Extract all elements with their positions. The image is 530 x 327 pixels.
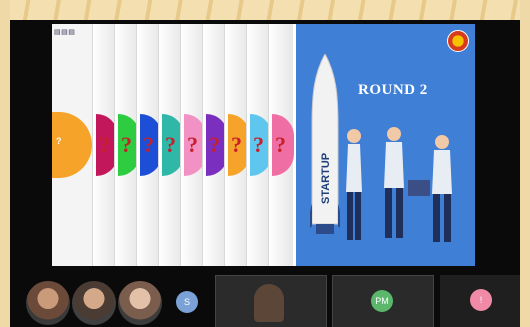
book-spine: ?: [268, 24, 294, 266]
first-book: ▤▤▤ ?: [52, 24, 92, 266]
question-mark-icon: ?: [143, 132, 154, 157]
participant-avatar[interactable]: [26, 281, 70, 325]
participant-video: [254, 284, 284, 322]
participant-tile-last[interactable]: !: [440, 275, 520, 327]
initial-text: !: [479, 295, 483, 305]
decorative-frame-left: [0, 0, 10, 327]
initial-text: PM: [375, 296, 389, 306]
participant-initial-pm: PM: [371, 290, 393, 312]
people-illustration-icon: [346, 127, 452, 242]
question-mark-icon: ?: [187, 132, 198, 157]
decorative-frame-top: [0, 0, 530, 22]
rocket-icon: STARTUP: [310, 54, 340, 234]
question-mark-icon: ?: [165, 132, 176, 157]
first-book-band-text: ?: [56, 136, 62, 146]
startup-text: STARTUP: [320, 153, 332, 204]
initial-text: S: [183, 297, 190, 307]
question-mark-icon: ?: [275, 132, 286, 157]
shared-presentation: ▤▤▤ ? ????????? STARTUP ROUND 2: [52, 24, 475, 266]
question-mark-icon: ?: [99, 132, 110, 157]
round-title: ROUND 2: [358, 82, 428, 98]
meeting-screen: ▤▤▤ ? ????????? STARTUP ROUND 2 S PM !: [10, 20, 520, 327]
participant-initial-s[interactable]: S: [176, 291, 198, 313]
question-mark-icon: ?: [231, 132, 242, 157]
question-mark-icon: ?: [121, 132, 132, 157]
question-mark-icon: ?: [253, 132, 264, 157]
question-mark-icon: ?: [209, 132, 220, 157]
participant-avatar[interactable]: [118, 281, 162, 325]
event-badge-icon: [447, 30, 469, 52]
slide-cover: STARTUP ROUND 2: [296, 24, 475, 266]
presentation-logo: ▤▤▤: [54, 29, 76, 36]
book-stack: ▤▤▤ ? ?????????: [52, 24, 296, 266]
participant-avatar[interactable]: [72, 281, 116, 325]
participant-strip: S PM !: [10, 275, 520, 327]
participant-camera-tile[interactable]: [215, 275, 327, 327]
decorative-frame-right: [520, 0, 530, 327]
participant-tile-pm[interactable]: PM: [332, 275, 434, 327]
participant-initial-last: !: [470, 289, 492, 311]
